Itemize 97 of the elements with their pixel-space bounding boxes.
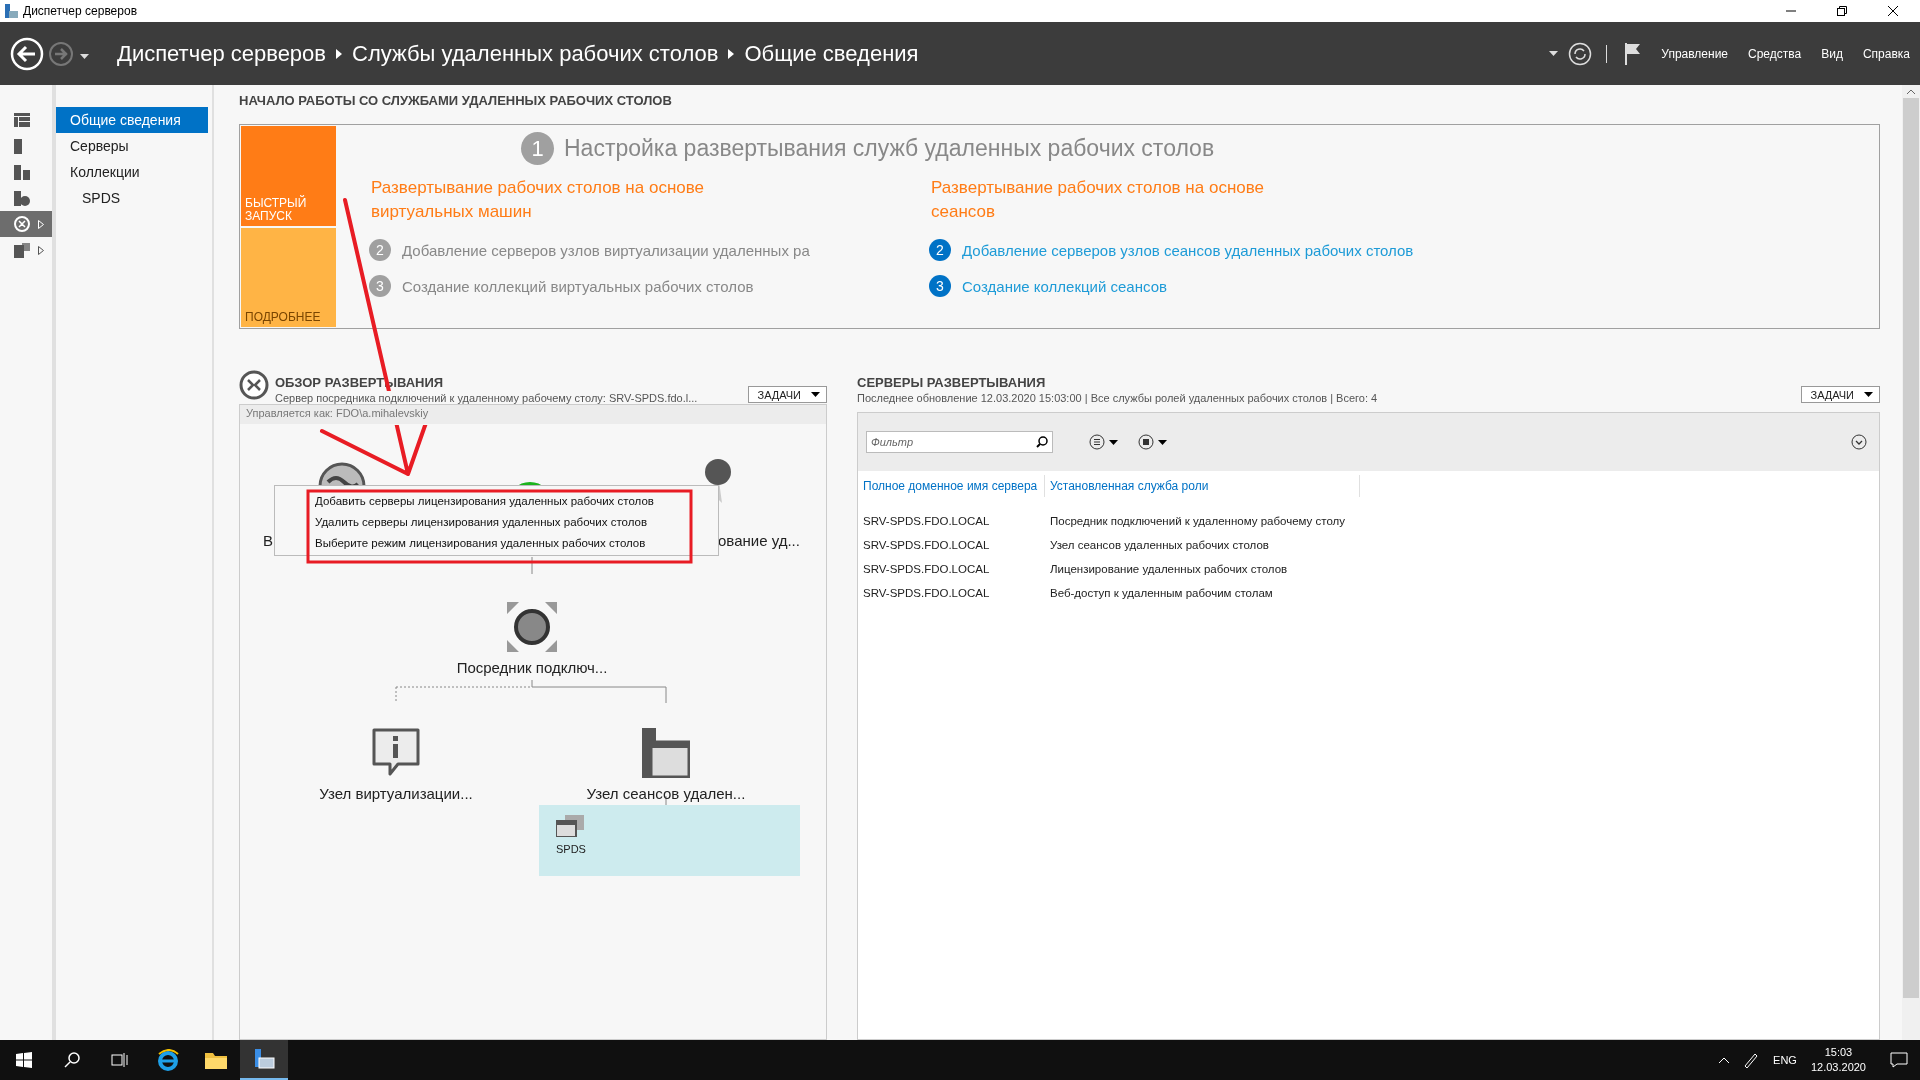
clock[interactable]: 15:03 12.03.2020 xyxy=(1810,1045,1866,1075)
node-label[interactable]: Узел сеансов удален... xyxy=(586,785,746,802)
nav-item[interactable]: Серверы xyxy=(56,133,208,159)
step-label: Добавление серверов узлов виртуализации удаленных ра xyxy=(402,241,810,259)
rail-item[interactable] xyxy=(0,211,52,237)
server-icon xyxy=(14,138,22,154)
panel-subtitle: Сервер посредника подключений к удаленному рабочему столу: SRV-SPDS.fdo.l... xyxy=(275,392,699,404)
step-label: Создание коллекций виртуальных рабочих столов xyxy=(402,277,754,295)
table-cell-text: Веб-доступ к удаленным рабочим столам xyxy=(1049,587,1274,599)
notification-icon[interactable] xyxy=(1890,1052,1908,1068)
info-bubble-icon xyxy=(371,728,421,778)
search-icon[interactable] xyxy=(64,1052,80,1068)
chevron-up-icon[interactable] xyxy=(1719,1057,1730,1063)
menu-item[interactable]: Средства xyxy=(1748,46,1802,61)
node-label[interactable]: Посредник подключ... xyxy=(456,659,608,676)
table-cell-text: Узел сеансов удаленных рабочих столов xyxy=(1049,539,1270,551)
active-app-tab[interactable] xyxy=(240,1040,288,1080)
servers-icon xyxy=(14,164,30,180)
node-label[interactable]: Узел виртуализации... xyxy=(319,785,473,802)
chevron-icon xyxy=(728,48,735,59)
forward-button[interactable] xyxy=(48,40,74,67)
section-heading: НАЧАЛО РАБОТЫ СО СЛУЖБАМИ УДАЛЕННЫХ РАБОЧИХ СТОЛОВ xyxy=(239,93,673,110)
collection-tile[interactable]: SPDS xyxy=(539,805,800,876)
caret-icon xyxy=(1549,51,1559,56)
app-icon xyxy=(4,4,18,18)
menu-item[interactable]: Управление xyxy=(1661,46,1729,61)
language-indicator[interactable]: ENG xyxy=(1773,1054,1797,1066)
table-cell-text: SRV-SPDS.FDO.LOCAL xyxy=(862,539,991,551)
table-cell-text: SRV-SPDS.FDO.LOCAL xyxy=(862,563,991,575)
connector-line xyxy=(665,795,667,806)
windows-logo-icon[interactable] xyxy=(16,1052,32,1068)
table-cell-text: Лицензирование удаленных рабочих столов xyxy=(1049,563,1289,575)
connection-broker-icon xyxy=(507,602,557,652)
step-number: 3 xyxy=(369,275,391,297)
server-disk-icon xyxy=(14,190,30,206)
folder-icon[interactable] xyxy=(205,1051,227,1069)
refresh-icon[interactable] xyxy=(1568,41,1593,66)
breadcrumb-item[interactable]: Службы удаленных рабочих столов xyxy=(352,40,719,67)
caret-icon xyxy=(811,392,820,397)
menu-item[interactable]: Вид xyxy=(1821,46,1843,61)
step-number: 3 xyxy=(929,275,951,297)
expand-icon[interactable] xyxy=(1851,434,1867,450)
chevron-icon xyxy=(336,48,343,59)
table-cell-text: SRV-SPDS.FDO.LOCAL xyxy=(862,587,991,599)
menu-item[interactable]: Справка xyxy=(1862,46,1910,61)
caret-icon xyxy=(80,53,89,59)
step-number: 2 xyxy=(929,239,951,261)
remote-desktop-icon xyxy=(239,370,269,400)
managed-as-label: Управляется как: FDO\a.mihalevskiy xyxy=(240,405,826,424)
column-title: Развертывание рабочих столов на основе виртуальных машин xyxy=(371,177,706,223)
nav-item[interactable]: SPDS xyxy=(56,185,208,211)
windows-stack-icon xyxy=(642,728,690,778)
column-title: Развертывание рабочих столов на основе сеансов xyxy=(931,177,1266,223)
node-label[interactable]: ование уд... xyxy=(718,532,800,549)
tasks-button[interactable]: ЗАДАЧИ xyxy=(748,386,827,403)
panel-subtitle: Последнее обновление 12.03.2020 15:03:00 | Все службы ролей удаленных рабочих столов | Всего: 4 xyxy=(857,392,1379,404)
pen-icon[interactable] xyxy=(1743,1052,1760,1068)
save-query-button[interactable] xyxy=(1138,434,1167,450)
search-icon xyxy=(1036,436,1048,448)
table-cell-text: Посредник подключений к удаленному рабочему столу xyxy=(1049,515,1347,527)
collection-label: SPDS xyxy=(556,843,587,855)
panel-title: СЕРВЕРЫ РАЗВЕРТЫВАНИЯ xyxy=(857,375,1047,390)
view-options-button[interactable] xyxy=(1089,434,1118,450)
column-header[interactable]: Полное доменное имя сервера xyxy=(858,475,1045,497)
window-title: Диспетчер серверов xyxy=(23,4,139,18)
node-label[interactable]: В xyxy=(263,532,273,549)
breadcrumb-item[interactable]: Общие сведения xyxy=(744,40,919,67)
storage-icon xyxy=(14,242,30,258)
step-number: 2 xyxy=(369,239,391,261)
quick-start-tab[interactable]: ПОДРОБНЕЕ xyxy=(241,227,336,327)
step-title: Настройка развертывания служб удаленных рабочих столов xyxy=(564,135,1215,162)
menu-item[interactable]: Добавить серверы лицензирования удаленных рабочих столов xyxy=(315,492,718,513)
nav-item[interactable]: Общие сведения xyxy=(56,107,208,133)
remote-desktop-icon xyxy=(14,216,30,232)
table-cell-text: SRV-SPDS.FDO.LOCAL xyxy=(862,515,991,527)
grid-icon xyxy=(14,113,30,127)
browser-icon[interactable] xyxy=(157,1049,179,1071)
restore-icon[interactable] xyxy=(1837,6,1847,16)
breadcrumb-item[interactable]: Диспетчер серверов xyxy=(117,40,327,67)
caret-icon xyxy=(1109,439,1118,445)
flag-icon[interactable] xyxy=(1625,42,1642,65)
scroll-up-icon[interactable] xyxy=(1907,89,1915,94)
nav-item[interactable]: Коллекции xyxy=(56,159,208,185)
caret-icon xyxy=(1864,392,1873,397)
filter-field[interactable]: Фильтр xyxy=(866,431,1053,453)
connector-line xyxy=(531,556,533,575)
server-manager-icon[interactable] xyxy=(253,1048,275,1070)
step-number: 1 xyxy=(521,132,554,165)
back-button[interactable] xyxy=(10,36,44,71)
menu-item[interactable]: Выберите режим лицензирования удаленных рабочих столов xyxy=(315,534,718,555)
column-header[interactable]: Установленная служба роли xyxy=(1045,475,1360,497)
close-icon[interactable] xyxy=(1888,6,1898,16)
windows-icon xyxy=(556,815,584,837)
task-view-icon[interactable] xyxy=(111,1052,129,1068)
caret-icon xyxy=(1158,439,1167,445)
tasks-button[interactable]: ЗАДАЧИ xyxy=(1801,386,1880,403)
menu-item[interactable]: Удалить серверы лицензирования удаленных рабочих столов xyxy=(315,513,718,534)
